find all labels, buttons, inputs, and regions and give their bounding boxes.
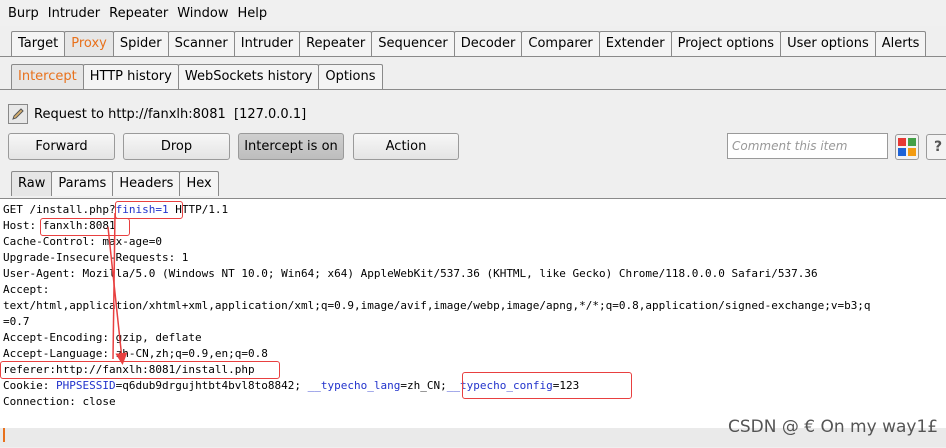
request-target-label: Request to http://fanxlh:8081 [127.0.0.1…: [34, 106, 307, 122]
tab-extender[interactable]: Extender: [598, 31, 672, 56]
tab-intercept[interactable]: Intercept: [11, 64, 84, 89]
proxy-tabs: Intercept HTTP history WebSockets histor…: [11, 64, 383, 89]
drop-button[interactable]: Drop: [123, 133, 230, 160]
text-caret: [3, 428, 5, 442]
request-editor[interactable]: GET /install.php?finish=1 HTTP/1.1 Host:…: [0, 198, 946, 447]
tab-websockets-history[interactable]: WebSockets history: [177, 64, 320, 89]
pencil-icon[interactable]: [8, 104, 28, 124]
tab-user-options[interactable]: User options: [780, 31, 876, 56]
menu-bar: Burp Intruder Repeater Window Help: [0, 0, 946, 26]
tab-decoder[interactable]: Decoder: [453, 31, 523, 56]
request-info: Request to http://fanxlh:8081 [127.0.0.1…: [8, 102, 306, 126]
tab-comparer[interactable]: Comparer: [521, 31, 600, 56]
color-grid-icon: [898, 138, 916, 156]
tab-intruder[interactable]: Intruder: [233, 31, 301, 56]
menu-intruder[interactable]: Intruder: [48, 6, 100, 21]
watermark: CSDN @ € On my way1£: [728, 417, 939, 437]
annotation-arrow: [107, 212, 128, 365]
tab-proxy[interactable]: Proxy: [64, 31, 114, 56]
tab-project-options[interactable]: Project options: [670, 31, 782, 56]
tab-scanner[interactable]: Scanner: [167, 31, 235, 56]
intercept-toggle-button[interactable]: Intercept is on: [238, 133, 344, 160]
tab-hex[interactable]: Hex: [179, 171, 219, 196]
tab-headers[interactable]: Headers: [112, 171, 181, 196]
comment-input[interactable]: Comment this item: [727, 133, 888, 159]
tab-alerts[interactable]: Alerts: [874, 31, 927, 56]
help-button[interactable]: ?: [926, 134, 946, 160]
forward-button[interactable]: Forward: [8, 133, 115, 160]
tab-spider[interactable]: Spider: [112, 31, 169, 56]
tab-repeater[interactable]: Repeater: [299, 31, 373, 56]
main-tabs-divider: [0, 56, 946, 57]
highlight-color-button[interactable]: [895, 134, 919, 160]
tab-http-history[interactable]: HTTP history: [82, 64, 179, 89]
tab-options[interactable]: Options: [318, 64, 383, 89]
menu-window[interactable]: Window: [177, 6, 228, 21]
tab-raw[interactable]: Raw: [11, 171, 53, 196]
main-tabs: Target Proxy Spider Scanner Intruder Rep…: [11, 31, 927, 56]
menu-help[interactable]: Help: [238, 6, 268, 21]
tab-sequencer[interactable]: Sequencer: [371, 31, 455, 56]
menu-repeater[interactable]: Repeater: [109, 6, 168, 21]
tab-target[interactable]: Target: [11, 31, 66, 56]
menu-burp[interactable]: Burp: [8, 6, 39, 21]
action-button[interactable]: Action: [353, 133, 459, 160]
view-tabs: Raw Params Headers Hex: [11, 171, 219, 196]
proxy-tabs-divider: [0, 89, 946, 90]
tab-params[interactable]: Params: [51, 171, 114, 196]
